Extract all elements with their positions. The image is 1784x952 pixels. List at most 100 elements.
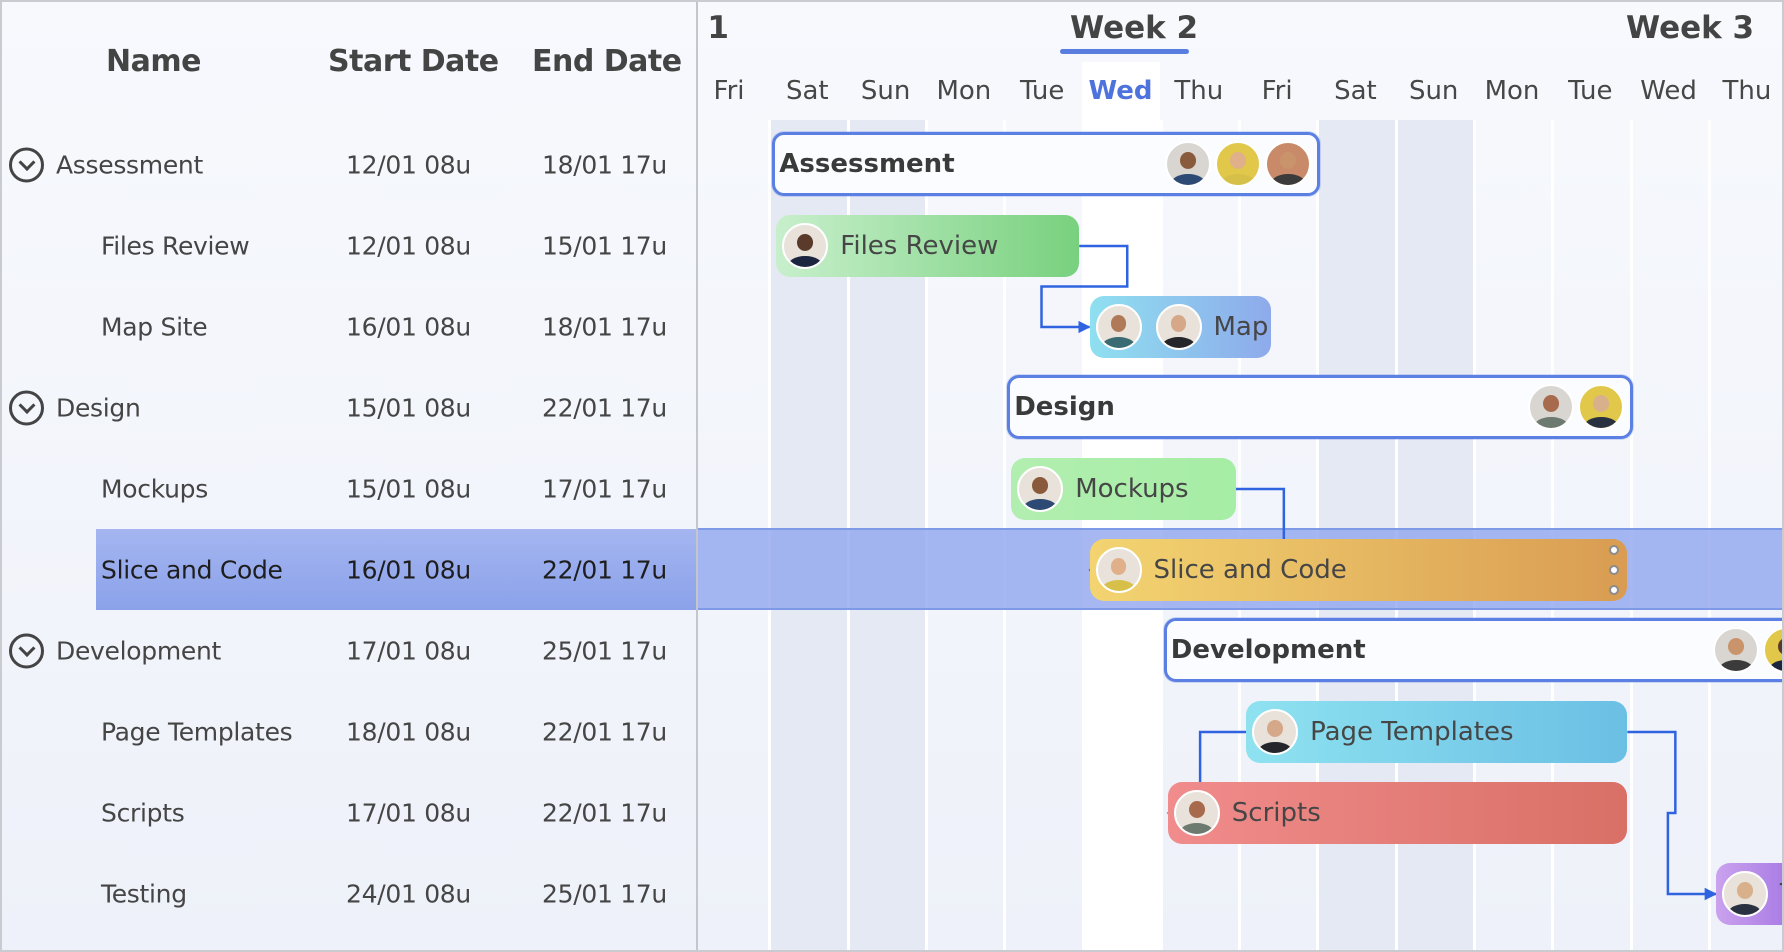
week-label[interactable]: k 1 (698, 10, 729, 46)
task-name-cell: Scripts (101, 798, 185, 827)
day-label[interactable]: Fri (698, 76, 768, 106)
task-name-cell: Testing (101, 879, 187, 908)
assignee-avatar[interactable] (1165, 141, 1212, 187)
collapse-chevron-icon[interactable] (9, 633, 44, 668)
assignee-avatar[interactable] (1215, 141, 1262, 187)
table-row[interactable]: Slice and Code 16/01 08u 22/01 17u (2, 529, 696, 610)
task-bar-map-site[interactable]: Map Site (1089, 296, 1271, 358)
collapse-chevron-icon[interactable] (9, 147, 44, 182)
start-date-cell: 17/01 08u (346, 636, 471, 665)
bar-label: Map Site (1213, 312, 1271, 342)
assignee-avatar[interactable] (1017, 466, 1064, 512)
task-name-cell: Slice and Code (101, 555, 283, 584)
bar-label: Development (1170, 635, 1366, 665)
day-label[interactable]: Sun (847, 76, 925, 106)
assignee-avatar[interactable] (782, 223, 829, 269)
task-bar-scripts[interactable]: Scripts (1167, 782, 1628, 844)
column-header-start-date[interactable]: Start Date (328, 44, 499, 79)
task-name-cell: Development (56, 636, 221, 665)
current-week-indicator (1060, 49, 1189, 54)
start-date-cell: 16/01 08u (346, 312, 471, 341)
assignee-avatar[interactable] (1528, 384, 1575, 430)
assignee-avatar[interactable] (1155, 304, 1202, 350)
table-row[interactable]: Scripts 17/01 08u 22/01 17u (2, 772, 696, 853)
start-date-cell: 16/01 08u (346, 555, 471, 584)
task-bar-slice-and-code[interactable]: Slice and Code (1089, 539, 1628, 601)
assignee-avatar[interactable] (1721, 871, 1768, 917)
assignee-avatar[interactable] (1713, 627, 1760, 673)
task-name-cell: Files Review (101, 231, 250, 260)
day-label[interactable]: Thu (1160, 76, 1238, 106)
task-bar-page-templates[interactable]: Page Templates (1246, 701, 1628, 763)
assignee-avatar[interactable] (1095, 304, 1142, 350)
table-row[interactable]: Design 15/01 08u 22/01 17u (2, 367, 696, 448)
gantt-app: Name Start Date End Date Assessment 12/01… (0, 0, 1784, 952)
assignee-avatar[interactable] (1578, 384, 1625, 430)
resize-handle[interactable] (1609, 545, 1620, 595)
bar-label: Assessment (779, 149, 955, 179)
bar-label: Slice and Code (1153, 555, 1347, 585)
table-row[interactable]: Testing 24/01 08u 25/01 17u (2, 853, 696, 934)
task-bar-mockups[interactable]: Mockups (1011, 458, 1236, 520)
end-date-cell: 15/01 17u (542, 231, 667, 260)
table-row[interactable]: Page Templates 18/01 08u 22/01 17u (2, 691, 696, 772)
table-row[interactable]: Map Site 16/01 08u 18/01 17u (2, 286, 696, 367)
summary-bar-assessment[interactable]: Assessment (772, 132, 1321, 196)
column-header-end-date[interactable]: End Date (532, 44, 682, 79)
assignee-avatar[interactable] (1095, 547, 1142, 593)
bar-label: Testing (1780, 879, 1782, 909)
task-name-cell: Design (56, 393, 141, 422)
end-date-cell: 22/01 17u (542, 555, 667, 584)
day-label[interactable]: Fri (1238, 76, 1316, 106)
day-label[interactable]: Mon (925, 76, 1003, 106)
table-row[interactable]: Development 17/01 08u 25/01 17u (2, 610, 696, 691)
resize-handle-dot[interactable] (1609, 585, 1620, 595)
day-label[interactable]: Tue (1551, 76, 1629, 106)
end-date-cell: 25/01 17u (542, 879, 667, 908)
end-date-cell: 18/01 17u (542, 150, 667, 179)
bar-label: Page Templates (1310, 717, 1514, 747)
start-date-cell: 15/01 08u (346, 393, 471, 422)
end-date-cell: 22/01 17u (542, 798, 667, 827)
resize-handle-dot[interactable] (1609, 545, 1620, 555)
assignee-avatars (1528, 384, 1625, 430)
day-label[interactable]: Sat (768, 76, 846, 106)
table-row[interactable]: Mockups 15/01 08u 17/01 17u (2, 448, 696, 529)
day-label[interactable]: Mon (1473, 76, 1551, 106)
summary-bar-design[interactable]: Design (1007, 375, 1634, 439)
day-label[interactable]: Wed (1630, 76, 1708, 106)
start-date-cell: 17/01 08u (346, 798, 471, 827)
bar-label: Mockups (1075, 474, 1189, 504)
end-date-cell: 22/01 17u (542, 717, 667, 746)
day-label[interactable]: Sat (1316, 76, 1394, 106)
grid-header: Name Start Date End Date (2, 2, 696, 124)
task-bar-testing[interactable]: Testing (1715, 863, 1782, 925)
start-date-cell: 18/01 08u (346, 717, 471, 746)
week-label[interactable]: Week 2 (1070, 10, 1198, 46)
start-date-cell: 15/01 08u (346, 474, 471, 503)
day-label[interactable]: Thu (1708, 76, 1782, 106)
bar-label: Scripts (1231, 798, 1321, 828)
assignee-avatar[interactable] (1252, 709, 1299, 755)
assignee-avatar[interactable] (1265, 141, 1312, 187)
task-name-cell: Mockups (101, 474, 208, 503)
column-header-name[interactable]: Name (106, 44, 201, 79)
assignee-avatar[interactable] (1763, 627, 1782, 673)
collapse-chevron-icon[interactable] (9, 390, 44, 425)
assignee-avatar[interactable] (1173, 790, 1220, 836)
day-label[interactable]: Tue (1003, 76, 1081, 106)
resize-handle-dot[interactable] (1609, 565, 1620, 575)
table-row[interactable]: Assessment 12/01 08u 18/01 17u (2, 124, 696, 205)
summary-bar-development[interactable]: Development (1163, 618, 1782, 682)
task-name-cell: Assessment (56, 150, 203, 179)
bar-label: Design (1014, 392, 1115, 422)
day-label[interactable]: Wed (1082, 76, 1160, 106)
bar-label: Files Review (840, 231, 999, 261)
end-date-cell: 17/01 17u (542, 474, 667, 503)
end-date-cell: 25/01 17u (542, 636, 667, 665)
day-label[interactable]: Sun (1395, 76, 1473, 106)
table-row[interactable]: Files Review 12/01 08u 15/01 17u (2, 205, 696, 286)
task-bar-files-review[interactable]: Files Review (776, 215, 1080, 277)
end-date-cell: 22/01 17u (542, 393, 667, 422)
week-label[interactable]: Week 3 (1626, 10, 1754, 46)
